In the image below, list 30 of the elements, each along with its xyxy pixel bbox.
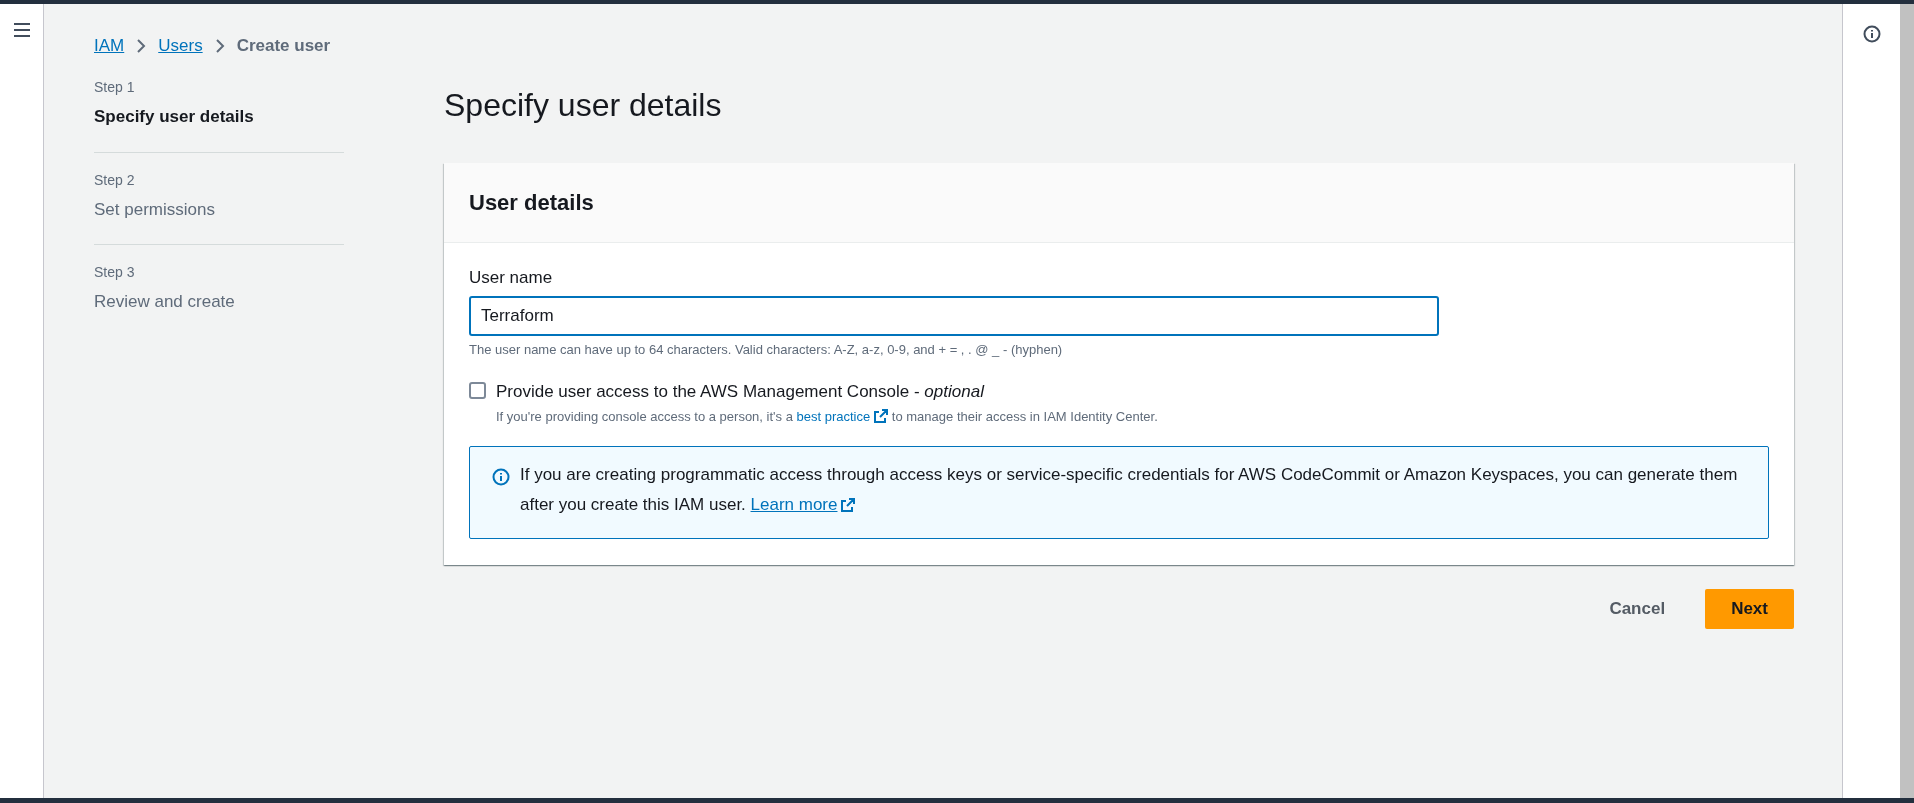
- breadcrumb-current: Create user: [236, 35, 331, 58]
- info-icon[interactable]: [1862, 25, 1881, 43]
- card-title: User details: [469, 189, 594, 217]
- checkbox[interactable]: [469, 382, 486, 399]
- step-number: Step 2: [94, 170, 136, 190]
- breadcrumb-link[interactable]: Users: [158, 33, 203, 59]
- breadcrumb-link[interactable]: IAM: [94, 33, 125, 59]
- external-link-icon: [841, 498, 856, 512]
- best-practice-link[interactable]: best practice: [796, 408, 889, 424]
- chevron-right-icon: [214, 38, 225, 54]
- checkbox-label: Provide user access to the AWS Management Console - optional: [496, 381, 986, 403]
- next-button[interactable]: Next: [1705, 589, 1794, 629]
- chevron-right-icon: [136, 38, 147, 54]
- menu-icon[interactable]: [12, 22, 31, 38]
- step-number: Step 1: [94, 78, 136, 97]
- external-link-icon: [874, 408, 889, 423]
- checkbox-description: If you're providing console access to a person, it's a best practice to manage their access in IAM Identity Center.: [496, 407, 1158, 426]
- step-title[interactable]: Set permissions: [94, 196, 344, 222]
- info-icon: [492, 468, 510, 486]
- field-hint: The user name can have up to 64 characters. Valid characters: A-Z, a-z, 0-9, and + = , . @ _ - (hyphen): [469, 340, 1064, 359]
- scrollbar[interactable]: [1900, 4, 1914, 798]
- cancel-button[interactable]: Cancel: [1593, 589, 1682, 629]
- step-title[interactable]: Specify user details: [94, 104, 344, 130]
- page-title: Specify user details: [444, 86, 723, 125]
- user-name-input-field[interactable]: Terraform: [469, 295, 1439, 336]
- step-title[interactable]: Review and create: [94, 289, 344, 315]
- learn-more-link[interactable]: Learn more: [750, 495, 856, 514]
- info-message: If you are creating programmatic access through access keys or service-specific credentials for AWS CodeCommit or Amazon Keyspaces, you can generate them after you create this IAM user. Learn more: [520, 464, 1739, 516]
- field-label: User name: [469, 267, 554, 289]
- step-number: Step 3: [94, 263, 136, 282]
